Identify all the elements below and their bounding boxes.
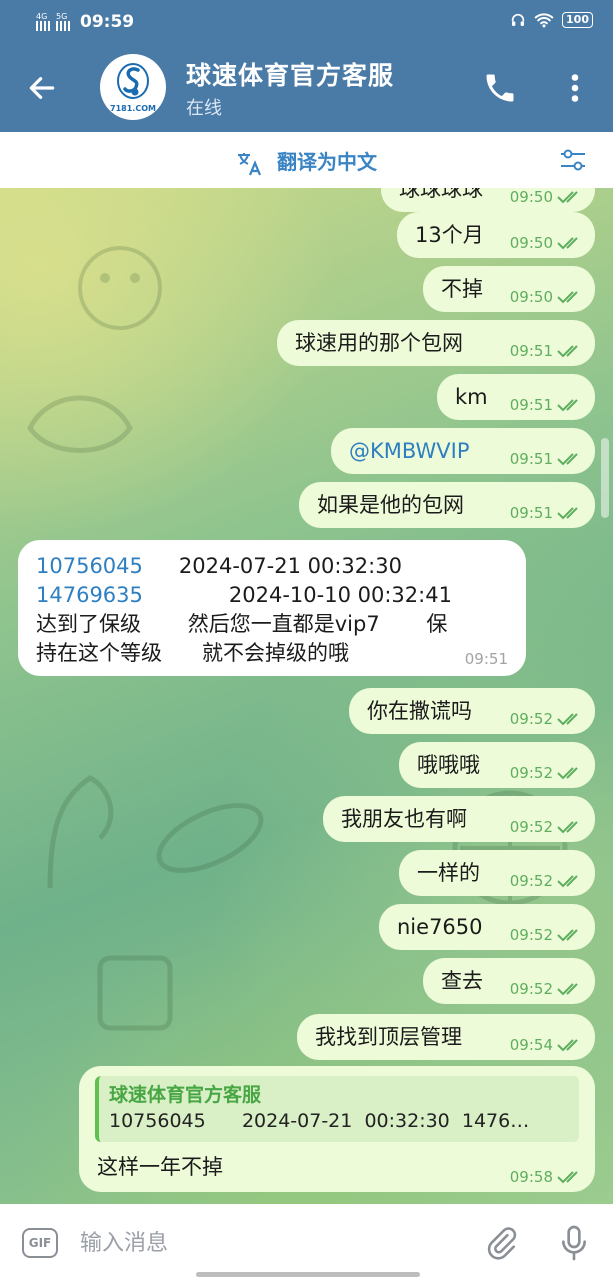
message-text: 我找到顶层管理 <box>315 1025 462 1049</box>
message-time: 09:54 <box>509 1036 553 1054</box>
message-bubble-out[interactable]: 我找到顶层管理 09:54 <box>297 1014 595 1060</box>
wifi-icon <box>534 13 554 28</box>
chat-header: 7181.COM 球速体育官方客服 在线 <box>0 44 613 132</box>
message-time: 09:50 <box>509 288 553 306</box>
message-text: 一样的 <box>417 861 480 885</box>
message-bubble-out[interactable]: 哦哦哦 09:52 <box>399 742 595 788</box>
translate-bar[interactable]: 翻译为中文 <box>0 132 613 189</box>
message-bubble-in[interactable]: 10756045 2024-07-21 00:32:30 14769635 2024… <box>18 540 526 676</box>
double-check-icon <box>557 291 578 304</box>
message-bubble-out[interactable]: 一样的 09:52 <box>399 850 595 896</box>
signal-4g-icon: 4G <box>36 13 50 31</box>
message-bubble-out[interactable]: 球球球球 09:50 <box>381 188 595 212</box>
message-text: 不掉 <box>441 277 483 301</box>
headphones-icon <box>511 13 525 26</box>
quoted-text: 10756045 2024-07-21 00:32:30 1476… <box>109 1110 530 1132</box>
double-check-icon <box>557 1171 578 1184</box>
online-status: 在线 <box>186 98 222 119</box>
message-time: 09:58 <box>509 1168 553 1186</box>
message-bubble-out[interactable]: 我朋友也有啊 09:52 <box>323 796 595 842</box>
double-check-icon <box>557 929 578 942</box>
account-id-link[interactable]: 10756045 <box>36 554 143 578</box>
message-text: 我朋友也有啊 <box>341 807 467 831</box>
message-bubble-out[interactable]: 你在撒谎吗 09:52 <box>349 688 595 734</box>
message-time: 09:52 <box>509 818 553 836</box>
double-check-icon <box>557 237 578 250</box>
message-bubble-out[interactable]: 13个月 09:50 <box>397 212 595 258</box>
message-text: 你在撒谎吗 <box>367 699 472 723</box>
message-time: 09:50 <box>509 234 553 252</box>
account-id-link[interactable]: 14769635 <box>36 583 143 607</box>
message-time: 09:52 <box>509 872 553 890</box>
message-composer: GIF <box>0 1204 613 1280</box>
avatar[interactable]: 7181.COM <box>100 54 166 120</box>
double-check-icon <box>557 453 578 466</box>
message-bubble-out[interactable]: 球速用的那个包网 09:51 <box>277 320 595 366</box>
double-check-icon <box>557 399 578 412</box>
double-check-icon <box>557 983 578 996</box>
message-text: 如果是他的包网 <box>317 493 464 517</box>
message-bubble-out[interactable]: @KMBWVIP 09:51 <box>331 428 595 474</box>
message-time: 09:51 <box>509 450 553 468</box>
message-text: 哦哦哦 <box>417 753 480 777</box>
timestamp-text: 2024-07-21 00:32:30 <box>178 554 402 578</box>
message-bubble-out[interactable]: 不掉 09:50 <box>423 266 595 312</box>
message-text: 这样一年不掉 <box>97 1155 223 1179</box>
battery-indicator: 100 <box>562 12 593 28</box>
home-indicator[interactable] <box>196 1272 420 1277</box>
attach-icon[interactable] <box>484 1226 518 1260</box>
double-check-icon <box>557 875 578 888</box>
message-text: 球球球球 <box>399 188 483 201</box>
double-check-icon <box>557 507 578 520</box>
double-check-icon <box>557 713 578 726</box>
translate-icon <box>238 152 262 175</box>
translate-label[interactable]: 翻译为中文 <box>277 150 377 174</box>
message-text: 达到了保级 然后您一直都是vip7 保 <box>36 612 448 636</box>
soccer-logo-icon <box>117 62 149 99</box>
username-mention-link[interactable]: @KMBWVIP <box>349 439 470 463</box>
signal-5g-icon: 5G <box>56 13 70 31</box>
double-check-icon <box>557 191 578 204</box>
message-text: 球速用的那个包网 <box>295 331 463 355</box>
message-text: nie7650 <box>397 915 483 939</box>
message-time: 09:51 <box>464 650 508 668</box>
message-time: 09:52 <box>509 764 553 782</box>
message-bubble-out[interactable]: km 09:51 <box>437 374 595 420</box>
translate-settings-icon[interactable] <box>559 148 587 172</box>
double-check-icon <box>557 345 578 358</box>
message-time: 09:52 <box>509 926 553 944</box>
message-time: 09:51 <box>509 396 553 414</box>
message-time: 09:52 <box>509 980 553 998</box>
message-bubble-out[interactable]: 如果是他的包网 09:51 <box>299 482 595 528</box>
message-bubble-out[interactable]: nie7650 09:52 <box>379 904 595 950</box>
microphone-icon[interactable] <box>558 1224 590 1262</box>
chat-title[interactable]: 球速体育官方客服 <box>186 56 394 92</box>
message-text: km <box>455 385 488 409</box>
message-input[interactable] <box>78 1222 462 1264</box>
scroll-indicator[interactable] <box>601 438 609 518</box>
message-list[interactable]: 球球球球 09:50 13个月 09:50 不掉 09:50 球速用的那个包网 … <box>0 188 613 1204</box>
message-bubble-out[interactable]: 查去 09:52 <box>423 958 595 1004</box>
gif-button[interactable]: GIF <box>22 1228 58 1258</box>
double-check-icon <box>557 767 578 780</box>
back-arrow-icon[interactable] <box>26 72 58 104</box>
avatar-brand: 7181.COM <box>110 103 156 113</box>
double-check-icon <box>557 1039 578 1052</box>
message-time: 09:50 <box>509 188 553 206</box>
message-text: 13个月 <box>415 223 484 247</box>
status-bar: 4G 5G 09:59 100 <box>0 0 613 44</box>
reply-message-bubble[interactable]: 球速体育官方客服 10756045 2024-07-21 00:32:30 14… <box>79 1066 595 1192</box>
timestamp-text: 2024-10-10 00:32:41 <box>228 583 452 607</box>
more-options-icon[interactable] <box>557 70 593 106</box>
clock: 09:59 <box>80 12 135 32</box>
message-time: 09:52 <box>509 710 553 728</box>
message-time: 09:51 <box>509 504 553 522</box>
double-check-icon <box>557 821 578 834</box>
message-text: 持在这个等级 就不会掉级的哦 <box>36 641 350 665</box>
message-text: 查去 <box>441 969 483 993</box>
quoted-sender: 球速体育官方客服 <box>109 1084 262 1106</box>
quoted-message[interactable]: 球速体育官方客服 10756045 2024-07-21 00:32:30 14… <box>95 1076 579 1142</box>
phone-call-icon[interactable] <box>482 70 518 106</box>
message-time: 09:51 <box>509 342 553 360</box>
